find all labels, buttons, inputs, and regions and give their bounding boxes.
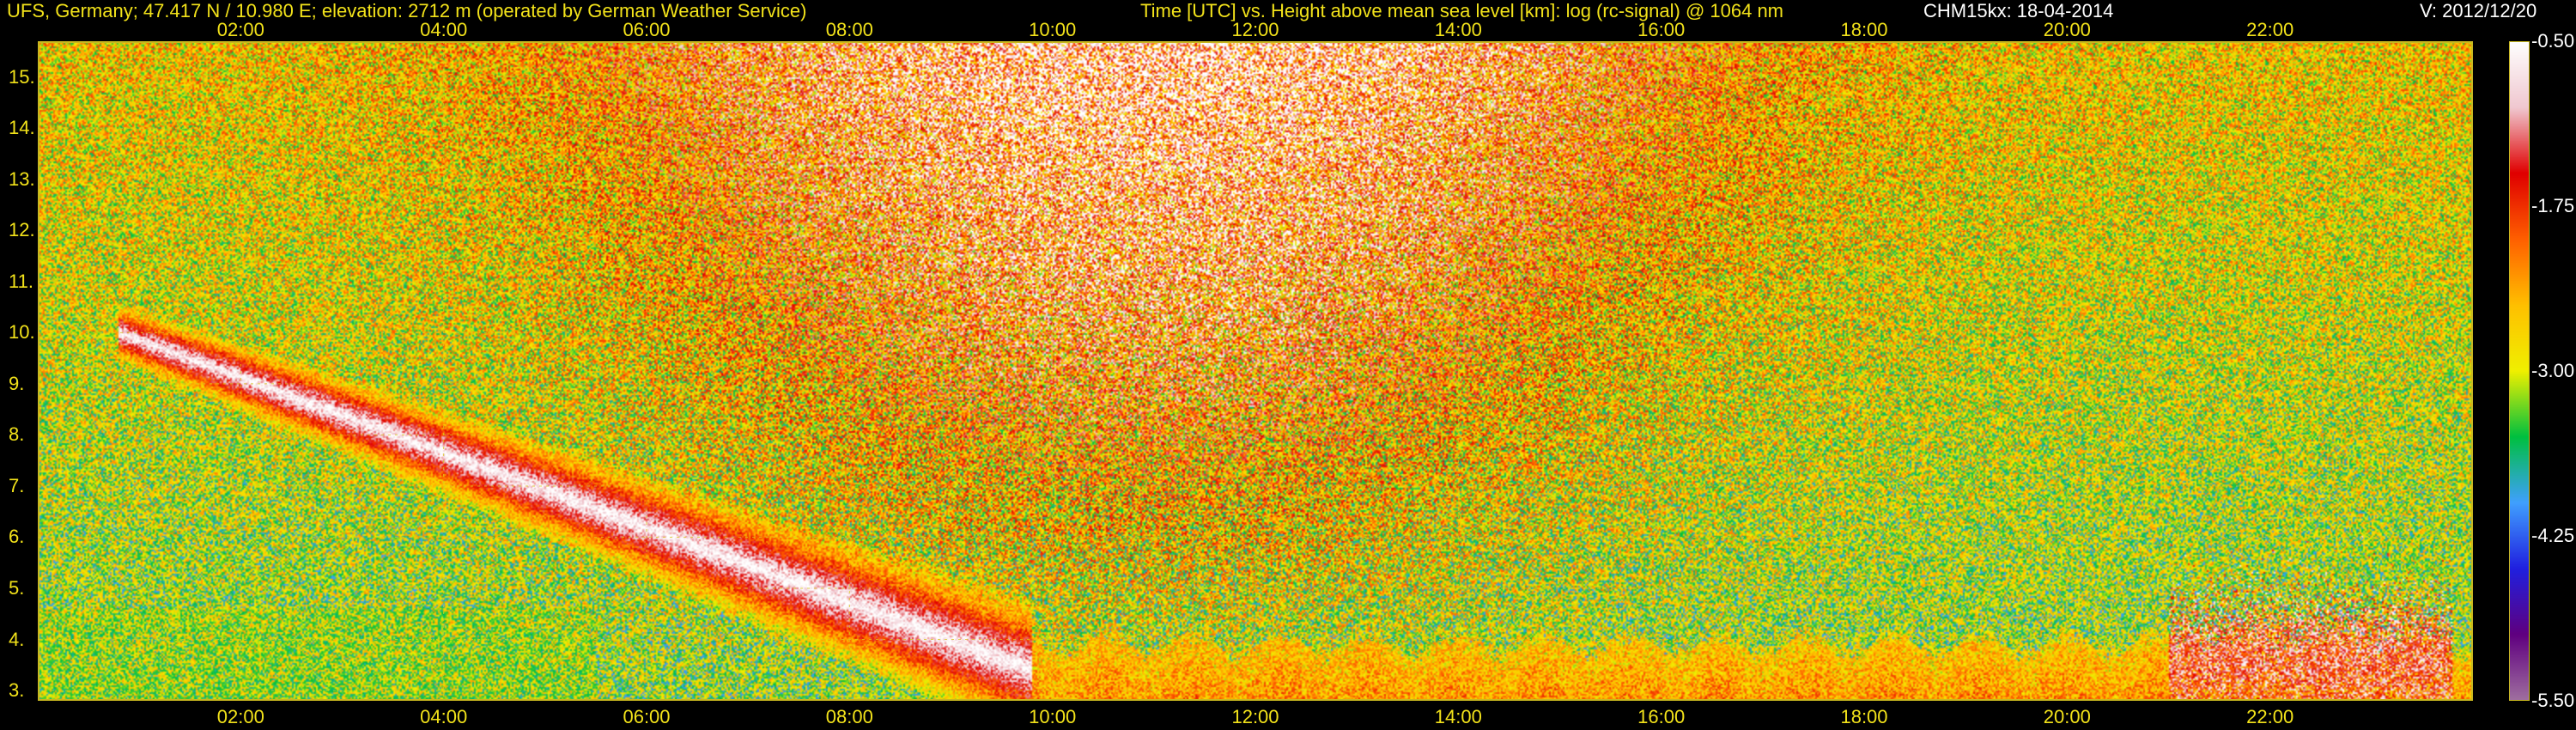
y-tick: 7. (9, 474, 25, 496)
site-info: UFS, Germany; 47.417 N / 10.980 E; eleva… (7, 0, 807, 21)
x-tick-bottom: 14:00 (1434, 706, 1482, 727)
y-tick: 13. (9, 167, 35, 190)
version-label: V: 2012/12/20 (2420, 0, 2537, 21)
y-tick: 12. (9, 219, 35, 241)
x-tick-top: 12:00 (1231, 19, 1279, 40)
x-tick-bottom: 04:00 (420, 706, 468, 727)
x-tick-top: 14:00 (1434, 19, 1482, 40)
x-tick-bottom: 12:00 (1231, 706, 1279, 727)
y-tick: 14. (9, 117, 35, 139)
x-tick-bottom: 18:00 (1840, 706, 1888, 727)
x-tick-bottom: 08:00 (825, 706, 873, 727)
x-tick-top: 06:00 (623, 19, 671, 40)
grid-lines (38, 41, 2473, 701)
colorbar-tick: -1.75 (2531, 195, 2575, 216)
x-tick-bottom: 10:00 (1029, 706, 1077, 727)
x-tick-bottom: 02:00 (216, 706, 264, 727)
x-tick-bottom: 06:00 (623, 706, 671, 727)
y-tick: 15. (9, 65, 35, 88)
x-tick-top: 04:00 (420, 19, 468, 40)
y-tick: 5. (9, 577, 25, 599)
y-tick: 9. (9, 372, 25, 394)
y-tick: 10. (9, 321, 35, 344)
x-tick-bottom: 20:00 (2043, 706, 2091, 727)
colorbar-tick: -3.00 (2531, 360, 2575, 381)
colorbar-tick: -4.25 (2531, 525, 2575, 546)
x-tick-top: 20:00 (2043, 19, 2091, 40)
y-tick: 4. (9, 628, 25, 650)
y-tick: 3. (9, 679, 25, 702)
x-tick-top: 08:00 (825, 19, 873, 40)
y-tick: 8. (9, 423, 25, 446)
x-tick-top: 02:00 (216, 19, 264, 40)
colorbar-tick: -0.50 (2531, 30, 2575, 52)
y-tick: 11. (9, 270, 33, 292)
colorbar-frame (2509, 41, 2530, 701)
x-tick-top: 16:00 (1637, 19, 1686, 40)
x-tick-bottom: 22:00 (2246, 706, 2294, 727)
x-tick-top: 22:00 (2246, 19, 2294, 40)
x-tick-top: 10:00 (1029, 19, 1077, 40)
x-tick-top: 18:00 (1840, 19, 1888, 40)
y-tick: 6. (9, 526, 25, 548)
x-tick-bottom: 16:00 (1637, 706, 1686, 727)
colorbar-tick: -5.50 (2531, 690, 2575, 711)
